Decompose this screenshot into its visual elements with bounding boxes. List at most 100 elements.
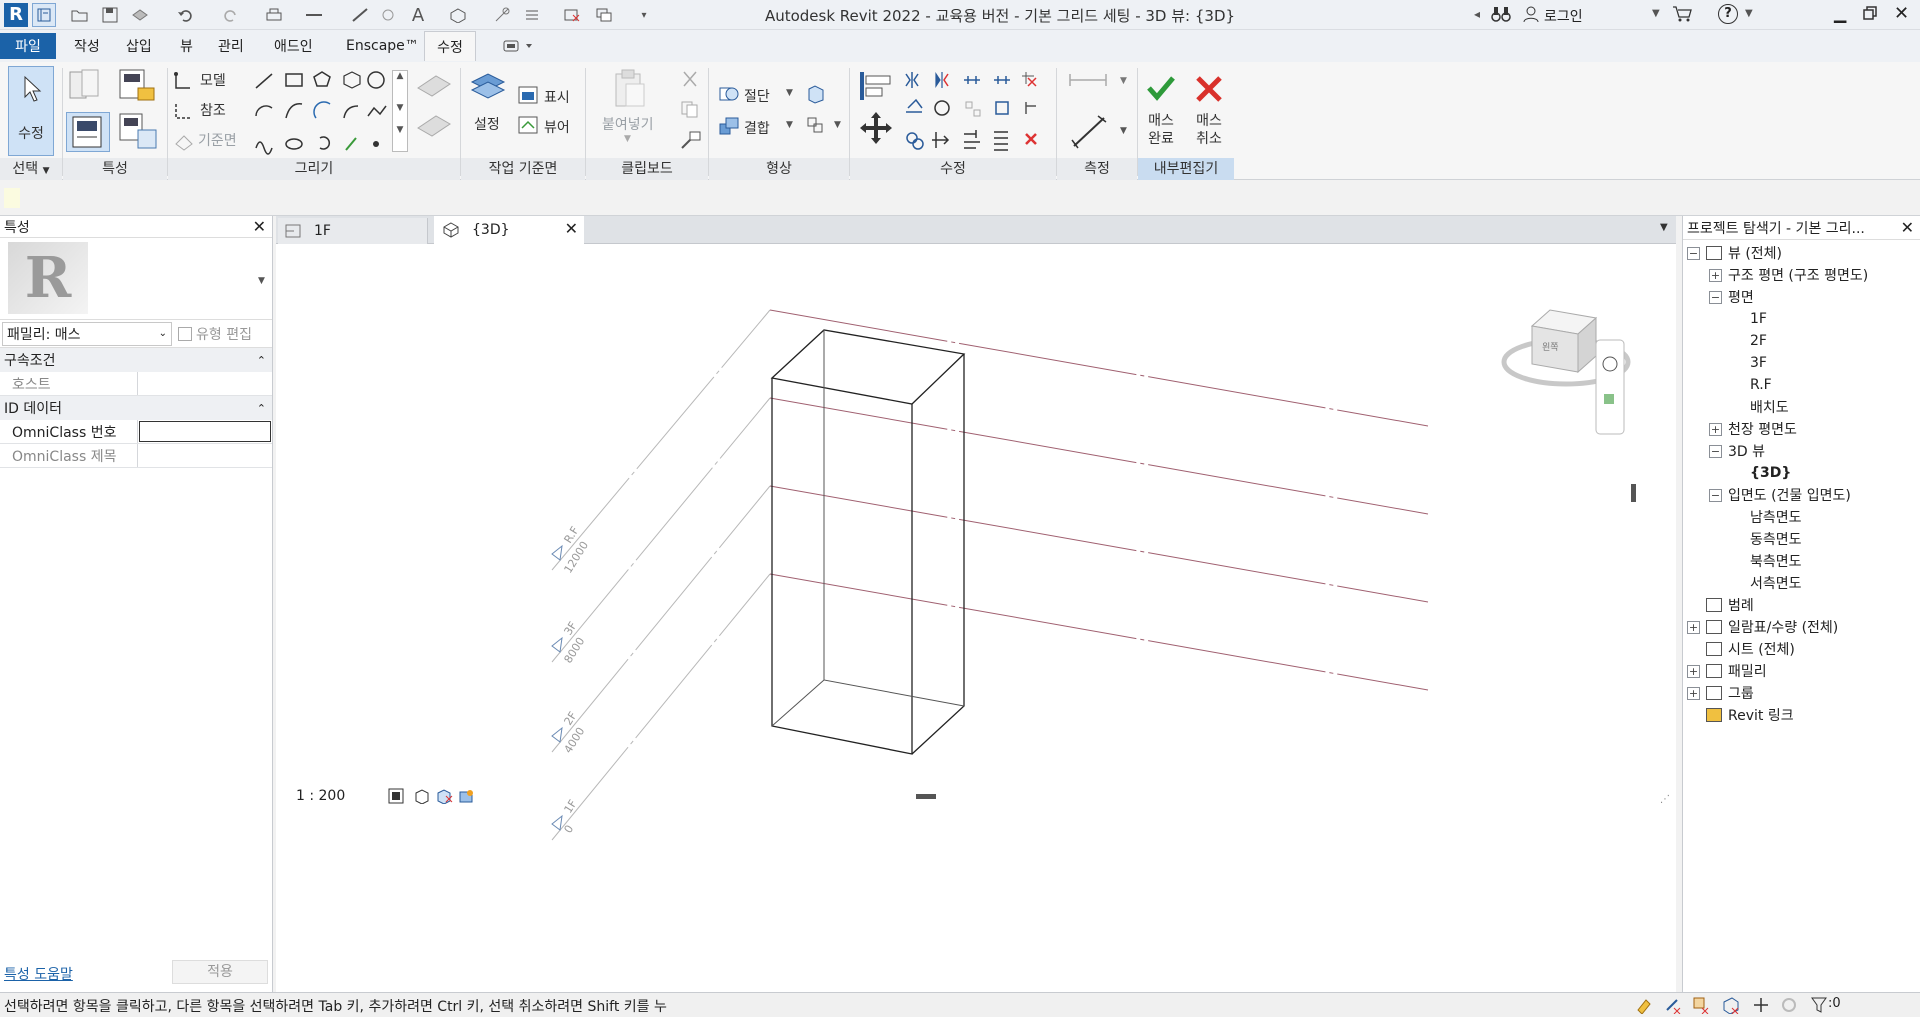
- browser-item[interactable]: 배치도: [1683, 396, 1920, 418]
- browser-item[interactable]: + 구조 평면 (구조 평면도): [1683, 264, 1920, 286]
- split-face-icon[interactable]: [806, 116, 826, 136]
- level-1f-line[interactable]: [551, 573, 1429, 841]
- browser-item[interactable]: R.F: [1683, 374, 1920, 396]
- help-icon[interactable]: ?: [1718, 4, 1738, 24]
- reference-label[interactable]: 참조: [200, 100, 226, 120]
- join-label[interactable]: 결합: [744, 118, 770, 138]
- view-tab-1f[interactable]: 1F: [278, 218, 428, 244]
- zoom-icon[interactable]: [1604, 394, 1614, 404]
- type-properties-icon[interactable]: [68, 68, 108, 104]
- filter-icon[interactable]: [1810, 996, 1828, 1014]
- properties-toggle-icon[interactable]: [66, 112, 110, 152]
- view-scale[interactable]: 1 : 200: [296, 788, 345, 804]
- tab-modify[interactable]: 수정: [424, 31, 476, 61]
- sun-path-icon[interactable]: [436, 788, 454, 804]
- browser-item[interactable]: 남측면도: [1683, 506, 1920, 528]
- shadows-icon[interactable]: [458, 788, 476, 804]
- join-geometry-icon[interactable]: [718, 116, 740, 136]
- model-line-icon[interactable]: [172, 70, 194, 92]
- workplane-viewer-icon[interactable]: [518, 116, 538, 134]
- apply-button[interactable]: 적용: [172, 960, 268, 984]
- thin-lines-icon[interactable]: [520, 3, 544, 27]
- help-dropdown-icon[interactable]: ▼: [1745, 8, 1753, 19]
- expand-icon[interactable]: +: [1709, 268, 1722, 282]
- id-data-section[interactable]: ID 데이터 ⌃: [0, 396, 272, 420]
- browser-item[interactable]: 서측면도: [1683, 572, 1920, 594]
- navigation-bar[interactable]: [1595, 339, 1625, 435]
- dimension-dropdown-icon[interactable]: ▼: [1120, 126, 1127, 136]
- wall-joins-icon[interactable]: [806, 84, 826, 104]
- sync-icon[interactable]: [128, 3, 152, 27]
- select-links-icon[interactable]: [1634, 996, 1652, 1014]
- expand-icon[interactable]: ▼: [393, 125, 407, 135]
- cut-label[interactable]: 절단: [744, 86, 770, 106]
- finish-mass-icon[interactable]: [1146, 74, 1176, 102]
- browser-item[interactable]: − 입면도 (건물 입면도): [1683, 484, 1920, 506]
- browser-item[interactable]: Revit 링크: [1683, 704, 1920, 726]
- select-by-face-icon[interactable]: [1722, 996, 1740, 1014]
- browser-item[interactable]: + 천장 평면도: [1683, 418, 1920, 440]
- reference-line-icon[interactable]: [172, 100, 194, 122]
- measure-dropdown-icon[interactable]: ▼: [1120, 76, 1127, 86]
- cut-geometry-icon[interactable]: [718, 84, 740, 104]
- switch-windows-icon[interactable]: [592, 3, 616, 27]
- open-icon[interactable]: [68, 3, 92, 27]
- window-close-icon[interactable]: ✕: [1894, 3, 1909, 24]
- browser-item[interactable]: 북측면도: [1683, 550, 1920, 572]
- modify-button[interactable]: 수정: [8, 66, 54, 156]
- panel-select[interactable]: 선택 ▼: [0, 158, 62, 180]
- browser-item[interactable]: 시트 (전체): [1683, 638, 1920, 660]
- viewport-scroll-handle[interactable]: [1631, 484, 1636, 502]
- panel-toggle-icon[interactable]: [502, 36, 536, 56]
- constraints-section[interactable]: 구속조건 ⌃: [0, 348, 272, 372]
- customize-toolbar-icon[interactable]: ▾: [632, 3, 656, 27]
- cancel-mass-icon[interactable]: [1194, 74, 1224, 104]
- model-label[interactable]: 모델: [200, 70, 226, 90]
- browser-item[interactable]: − 뷰 (전체): [1683, 242, 1920, 264]
- mass-box[interactable]: [770, 329, 966, 755]
- 3d-viewport[interactable]: R.F 12000 3F 8000 2F 4000 1F 0 왼쪽 1: 20…: [276, 244, 1676, 992]
- browser-item[interactable]: + 그룹: [1683, 682, 1920, 704]
- measure-icon[interactable]: [302, 3, 326, 27]
- expand-icon[interactable]: +: [1687, 686, 1700, 700]
- signin-link[interactable]: 로그인: [1544, 6, 1583, 26]
- family-types-icon[interactable]: [118, 68, 158, 104]
- section-icon[interactable]: [490, 3, 514, 27]
- tab-manage[interactable]: 관리: [212, 35, 250, 57]
- finish-mass-button[interactable]: 매스 완료: [1146, 112, 1176, 148]
- type-selector[interactable]: R ▼: [0, 238, 272, 320]
- default-3d-icon[interactable]: [446, 3, 470, 27]
- align-icon[interactable]: [858, 68, 894, 104]
- signin-dropdown-icon[interactable]: ▼: [1652, 8, 1660, 19]
- show-label[interactable]: 표시: [544, 87, 570, 107]
- expand-left-icon[interactable]: ◂: [1474, 7, 1480, 21]
- minimize-icon[interactable]: ▁: [1834, 4, 1846, 23]
- browser-item[interactable]: + 패밀리: [1683, 660, 1920, 682]
- text-icon[interactable]: A: [406, 3, 430, 27]
- model-canvas[interactable]: R.F 12000 3F 8000 2F 4000 1F 0 왼쪽: [276, 244, 1676, 992]
- collapse-icon[interactable]: −: [1709, 290, 1722, 304]
- aligned-dimension-icon[interactable]: [1070, 114, 1110, 150]
- family-category-icon[interactable]: [118, 112, 158, 150]
- visual-style-icon[interactable]: [414, 788, 430, 804]
- tab-view[interactable]: 뷰: [174, 35, 199, 57]
- show-workplane-icon[interactable]: [518, 86, 538, 104]
- collapse-icon[interactable]: −: [1709, 444, 1722, 458]
- expand-icon[interactable]: +: [1709, 422, 1722, 436]
- tab-insert[interactable]: 삽입: [120, 35, 158, 57]
- browser-item[interactable]: 동측면도: [1683, 528, 1920, 550]
- browser-item[interactable]: 2F: [1683, 330, 1920, 352]
- collapse-icon[interactable]: −: [1687, 246, 1700, 260]
- browser-item[interactable]: {3D}: [1683, 462, 1920, 484]
- collapse-icon[interactable]: −: [1709, 488, 1722, 502]
- level-2f-line[interactable]: [551, 485, 1429, 753]
- user-icon[interactable]: [1522, 5, 1540, 23]
- browser-close-icon[interactable]: ✕: [1901, 218, 1914, 237]
- close-hidden-icon[interactable]: [560, 3, 584, 27]
- browser-item[interactable]: 1F: [1683, 308, 1920, 330]
- browser-item[interactable]: 범례: [1683, 594, 1920, 616]
- geometry-dropdown-icon[interactable]: ▼: [834, 120, 841, 130]
- view-tab-close-icon[interactable]: ✕: [565, 219, 578, 238]
- draw-tools-gallery[interactable]: [252, 68, 392, 156]
- select-pinned-icon[interactable]: [1692, 996, 1710, 1014]
